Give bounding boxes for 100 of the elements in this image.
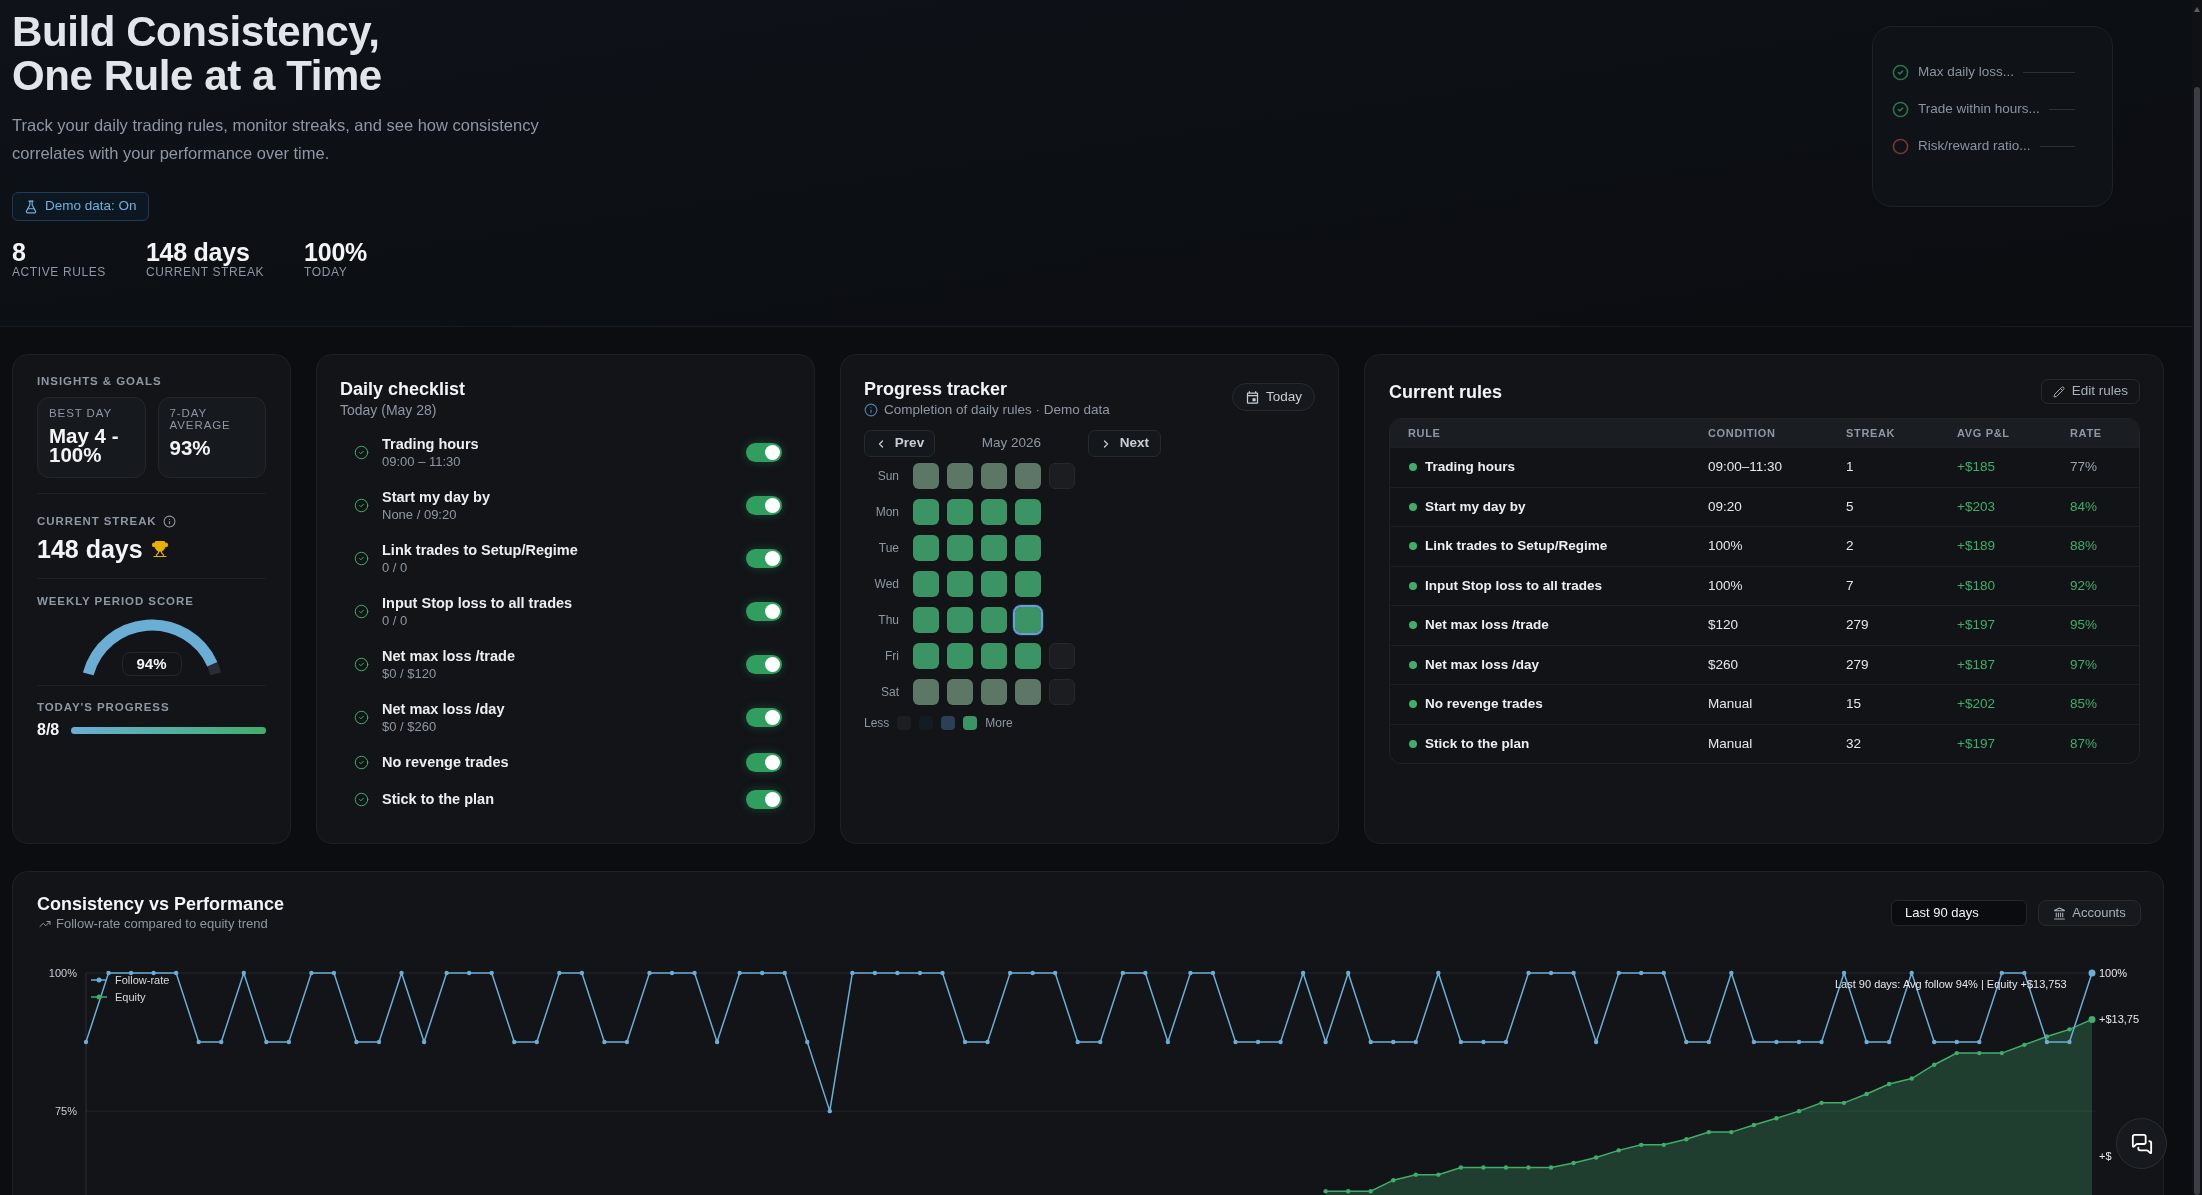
day-cell[interactable]: [947, 535, 973, 561]
calendar-icon: [1244, 389, 1260, 405]
section-label: TODAY'S PROGRESS: [37, 700, 171, 715]
day-cell[interactable]: [947, 463, 973, 489]
day-cell[interactable]: [1015, 535, 1041, 561]
toggle-switch[interactable]: [746, 753, 782, 772]
toggle-switch[interactable]: [746, 496, 782, 515]
day-cell[interactable]: [981, 463, 1007, 489]
info-icon[interactable]: [162, 514, 176, 528]
day-cell[interactable]: [981, 607, 1007, 633]
data-point: [354, 1039, 359, 1045]
legend-label: Less: [864, 716, 890, 730]
day-cell[interactable]: [947, 571, 973, 597]
data-point: [1593, 1155, 1599, 1160]
accounts-button[interactable]: Accounts: [2038, 900, 2141, 926]
toggle-switch[interactable]: [746, 602, 782, 621]
scroll-up-arrow-icon[interactable]: [2194, 7, 2200, 12]
rule-detail: $0 / $260: [382, 719, 438, 735]
flask-icon: [24, 199, 38, 214]
data-point: [782, 970, 787, 976]
data-point: [1413, 1039, 1418, 1045]
day-cell[interactable]: [913, 535, 939, 561]
day-cell[interactable]: [1015, 463, 1041, 489]
table-cell-text: 77%: [2070, 458, 2099, 477]
toggle-switch[interactable]: [746, 708, 782, 727]
day-cell[interactable]: [913, 463, 939, 489]
weekday-label: Fri: [884, 648, 899, 665]
data-point: [1909, 970, 1914, 976]
day-cell[interactable]: [981, 643, 1007, 669]
demo-data-button[interactable]: Demo data: On: [12, 192, 149, 221]
page-description: Track your daily trading rules, monitor streaks, and see how consistency correlates with your performance over time.: [12, 115, 540, 164]
next-button[interactable]: Next: [1088, 430, 1161, 457]
rule-label: No revenge trades: [382, 753, 510, 772]
legend-line-icon: [90, 994, 108, 1000]
data-point: [1391, 1178, 1396, 1183]
day-cell[interactable]: [947, 607, 973, 633]
day-cell[interactable]: [981, 571, 1007, 597]
data-point: [444, 970, 449, 976]
rule-label: Net max loss /day: [382, 700, 506, 719]
day-cell[interactable]: [913, 679, 939, 705]
axis-tick-label: 75%: [54, 1105, 77, 1118]
day-cell[interactable]: [1015, 607, 1041, 633]
edit-rules-button[interactable]: Edit rules: [2040, 379, 2140, 404]
toggle-switch[interactable]: [746, 443, 782, 462]
data-point: [1323, 1039, 1328, 1045]
table-cell-text: +$203: [1957, 497, 1996, 516]
data-point: [1413, 1172, 1418, 1177]
data-point: [940, 970, 945, 976]
day-cell[interactable]: [981, 499, 1007, 525]
data-point: [1661, 1142, 1666, 1148]
data-point: [1571, 970, 1576, 976]
day-cell[interactable]: [913, 571, 939, 597]
bank-icon: [2053, 906, 2067, 920]
day-cell[interactable]: [981, 535, 1007, 561]
pencil-icon: [2052, 385, 2065, 398]
table-cell-text: +$197: [1957, 734, 1996, 753]
day-cell[interactable]: [1015, 499, 1041, 525]
day-cell[interactable]: [981, 679, 1007, 705]
toggle-switch[interactable]: [746, 655, 782, 674]
data-point: [1391, 1039, 1396, 1045]
day-cell[interactable]: [947, 499, 973, 525]
day-cell[interactable]: [1015, 679, 1041, 705]
data-point: [2067, 1039, 2072, 1045]
data-point: [692, 970, 697, 976]
stat-value: 100%: [304, 239, 368, 265]
scrollbar-thumb[interactable]: [2194, 87, 2200, 1195]
column-header: STREAK: [1846, 425, 1897, 441]
data-point: [1593, 1039, 1599, 1045]
data-point: [331, 970, 337, 976]
data-point: [2067, 1027, 2072, 1032]
toggle-switch[interactable]: [746, 790, 782, 809]
prev-button[interactable]: Prev: [864, 430, 935, 457]
tile-value: 93%: [169, 438, 212, 457]
rule-name: No revenge trades: [1425, 695, 1543, 714]
day-cell[interactable]: [913, 643, 939, 669]
column-header: AVG P&L: [1957, 425, 2011, 441]
rule-name: Net max loss /day: [1425, 655, 1540, 674]
data-point: [173, 970, 179, 976]
data-point: [1481, 1039, 1486, 1045]
toggle-switch[interactable]: [746, 549, 782, 568]
data-point: [1886, 1081, 1892, 1087]
data-point: [602, 1039, 607, 1045]
day-cell[interactable]: [913, 607, 939, 633]
day-cell[interactable]: [947, 643, 973, 669]
day-cell[interactable]: [947, 679, 973, 705]
range-select[interactable]: Last 90 days: [1891, 900, 2027, 926]
day-cell[interactable]: [913, 499, 939, 525]
card-title: Progress tracker: [864, 378, 1009, 401]
day-cell[interactable]: [1015, 643, 1041, 669]
data-point: [1639, 1142, 1644, 1148]
data-point: [264, 1039, 269, 1045]
day-cell[interactable]: [1015, 571, 1041, 597]
today-button[interactable]: Today: [1231, 383, 1315, 411]
data-point: [1436, 1172, 1441, 1177]
scrollbar[interactable]: [2192, 0, 2202, 1195]
progress-value: 8/8: [37, 720, 60, 740]
data-point: [2022, 1042, 2027, 1048]
stat-label: ACTIVE RULES: [12, 265, 106, 279]
table-cell-text: +$180: [1957, 576, 1996, 595]
data-point: [1932, 1062, 1937, 1067]
